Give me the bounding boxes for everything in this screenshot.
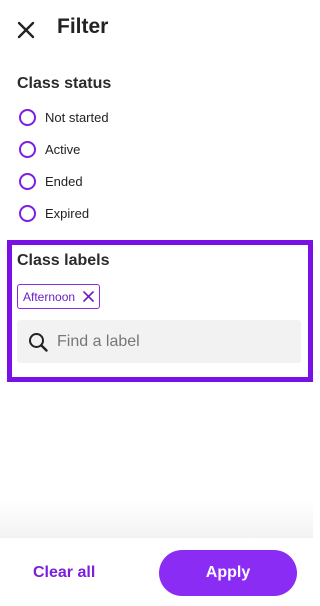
page-title: Filter <box>57 15 109 38</box>
class-labels-section: Class labels Afternoon <box>7 240 313 382</box>
footer-shadow <box>0 500 313 538</box>
radio-button[interactable] <box>19 204 36 222</box>
status-option-label: Active <box>45 141 81 157</box>
filter-header: Filter <box>0 0 313 56</box>
label-search-box[interactable] <box>17 320 301 363</box>
label-search-input[interactable] <box>57 320 293 363</box>
status-option-expired[interactable]: Expired <box>19 202 89 224</box>
remove-chip-icon[interactable] <box>82 291 94 303</box>
status-option-ended[interactable]: Ended <box>19 170 83 192</box>
filter-footer: Clear all Apply <box>0 538 313 606</box>
chip-label: Afternoon <box>23 289 76 304</box>
radio-button[interactable] <box>19 108 36 126</box>
status-option-label: Not started <box>45 109 109 125</box>
status-option-not-started[interactable]: Not started <box>19 106 109 128</box>
apply-button[interactable]: Apply <box>159 550 297 596</box>
class-labels-title: Class labels <box>17 252 110 269</box>
radio-button[interactable] <box>19 172 36 190</box>
status-option-label: Ended <box>45 173 83 189</box>
status-option-active[interactable]: Active <box>19 138 80 160</box>
class-status-title: Class status <box>17 75 112 92</box>
clear-all-button[interactable]: Clear all <box>33 564 95 582</box>
status-option-label: Expired <box>45 205 90 221</box>
radio-button[interactable] <box>19 140 36 158</box>
close-icon <box>14 16 40 42</box>
search-icon <box>27 331 49 353</box>
label-chip-afternoon: Afternoon <box>17 284 101 309</box>
close-button[interactable] <box>14 16 40 42</box>
